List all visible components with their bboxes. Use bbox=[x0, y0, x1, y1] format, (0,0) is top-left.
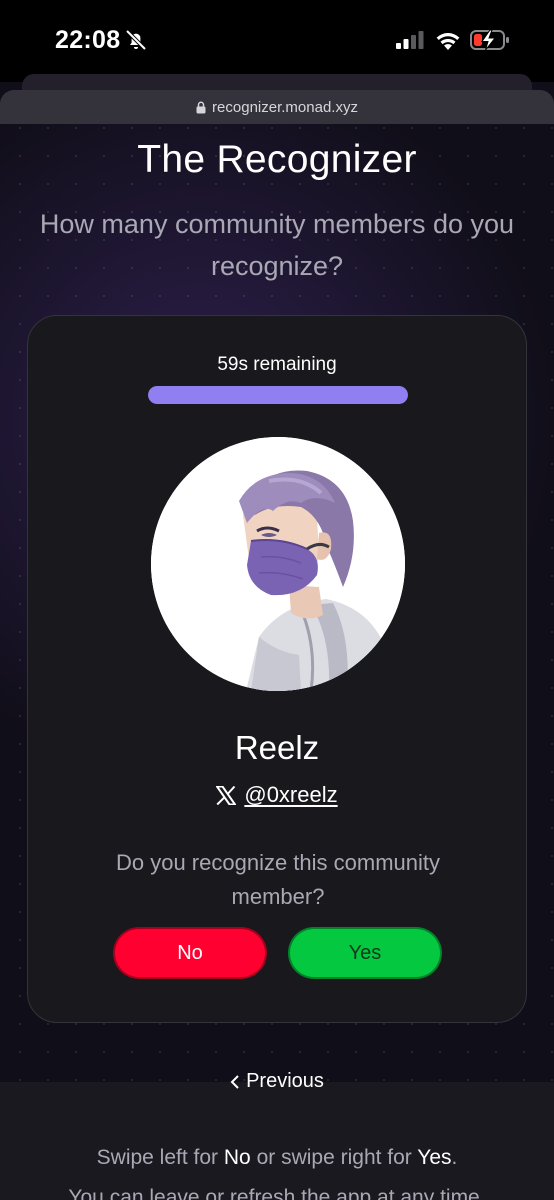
previous-button[interactable]: Previous bbox=[0, 1070, 554, 1093]
timer-progress-bar bbox=[148, 386, 408, 404]
timer-progress-fill bbox=[148, 386, 408, 404]
yes-button[interactable]: Yes bbox=[288, 927, 442, 979]
member-handle-row[interactable]: @0xreelz bbox=[28, 782, 526, 808]
leave-instructions: You can leave or refresh the app at any … bbox=[68, 1186, 486, 1200]
status-time: 22:08 bbox=[55, 26, 121, 54]
swipe-instructions: Swipe left for No or swipe right for Yes… bbox=[0, 1146, 554, 1170]
hint-text-a: Swipe left for bbox=[96, 1146, 224, 1169]
chevron-left-icon bbox=[230, 1074, 239, 1089]
url-text: recognizer.monad.xyz bbox=[212, 98, 358, 116]
recognition-question: Do you recognize this community member? bbox=[115, 850, 441, 909]
x-logo-icon bbox=[216, 785, 237, 805]
recognition-card[interactable]: 59s remaining Reelz @0xreelz Do you reco… bbox=[27, 315, 527, 1023]
member-avatar bbox=[151, 437, 405, 691]
hint-no: No bbox=[223, 1146, 251, 1169]
hint-text-b: or swipe right for bbox=[250, 1146, 418, 1169]
page-title: The Recognizer bbox=[137, 138, 417, 181]
status-bar: 22:08 bbox=[0, 0, 554, 82]
member-name: Reelz bbox=[234, 729, 320, 766]
avatar-illustration bbox=[151, 437, 405, 691]
page-subtitle: How many community members do you recogn… bbox=[39, 209, 515, 281]
bottom-panel bbox=[0, 1082, 554, 1200]
wifi-icon bbox=[436, 33, 460, 50]
previous-label: Previous bbox=[246, 1070, 324, 1092]
signal-icon bbox=[396, 31, 424, 49]
url-bar[interactable]: recognizer.monad.xyz bbox=[0, 90, 554, 124]
lock-icon bbox=[196, 101, 206, 113]
hint-yes: Yes bbox=[417, 1146, 452, 1169]
no-button[interactable]: No bbox=[113, 927, 267, 979]
app-screen: 22:08 recognizer.monad.xyz The Recognize… bbox=[0, 0, 554, 1200]
hint-text-c: . bbox=[451, 1146, 458, 1169]
battery-charging-icon bbox=[470, 29, 509, 51]
bell-off-icon bbox=[125, 29, 147, 51]
timer-text: 59s remaining bbox=[217, 354, 337, 375]
member-handle-link[interactable]: @0xreelz bbox=[244, 782, 337, 808]
